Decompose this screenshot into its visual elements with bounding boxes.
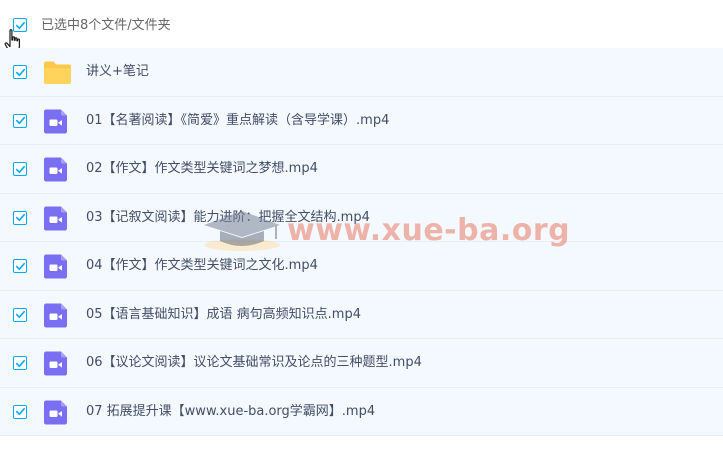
check-icon: [15, 359, 25, 367]
selection-count-label: 已选中8个文件/文件夹: [41, 18, 171, 33]
video-file-icon: [44, 303, 67, 327]
watermark: www.xue-ba.org: [198, 205, 570, 253]
file-name[interactable]: 讲义+笔记: [86, 63, 149, 81]
video-file-icon: [44, 254, 67, 279]
row-checkbox[interactable]: [13, 210, 27, 225]
file-row[interactable]: 讲义+笔记: [0, 48, 723, 97]
row-checkbox[interactable]: [13, 404, 27, 419]
file-name[interactable]: 01【名著阅读】《简爱》重点解读（含导学课）.mp4: [86, 112, 389, 130]
graduation-cap-icon: [204, 211, 280, 251]
folder-icon: [44, 61, 71, 84]
file-name[interactable]: 02【作文】作文类型关键词之梦想.mp4: [86, 160, 318, 178]
video-file-icon: [44, 157, 67, 182]
video-file-icon: [44, 109, 67, 133]
watermark-text: www.xue-ba.org: [287, 213, 571, 248]
check-icon: [15, 68, 25, 76]
check-icon: [15, 262, 25, 270]
video-file-icon: [44, 400, 67, 424]
file-row[interactable]: 06【议论文阅读】议论文基础常识及论点的三种题型.mp4: [0, 339, 723, 388]
row-checkbox[interactable]: [13, 307, 27, 322]
file-row[interactable]: 02【作文】作文类型关键词之梦想.mp4: [0, 145, 723, 194]
file-name[interactable]: 07 拓展提升课【www.xue-ba.org学霸网】.mp4: [86, 403, 375, 421]
file-name[interactable]: 04【作文】作文类型关键词之文化.mp4: [86, 257, 318, 275]
file-row[interactable]: 07 拓展提升课【www.xue-ba.org学霸网】.mp4: [0, 387, 723, 436]
file-name[interactable]: 05【语言基础知识】成语 病句高频知识点.mp4: [86, 306, 361, 324]
row-checkbox[interactable]: [13, 113, 27, 128]
check-icon: [15, 165, 25, 173]
row-checkbox[interactable]: [13, 259, 27, 273]
selection-header: 已选中8个文件/文件夹: [0, 0, 723, 48]
check-icon: [15, 407, 25, 416]
video-file-icon: [44, 206, 67, 230]
row-checkbox[interactable]: [13, 162, 27, 176]
file-row[interactable]: 05【语言基础知识】成语 病句高频知识点.mp4: [0, 290, 723, 339]
video-file-icon: [44, 351, 67, 376]
check-icon: [15, 116, 25, 125]
check-icon: [15, 310, 25, 319]
row-checkbox[interactable]: [13, 65, 27, 79]
file-name[interactable]: 06【议论文阅读】议论文基础常识及论点的三种题型.mp4: [86, 354, 422, 372]
file-row[interactable]: 01【名著阅读】《简爱》重点解读（含导学课）.mp4: [0, 96, 723, 145]
row-checkbox[interactable]: [13, 356, 27, 370]
check-icon: [15, 213, 25, 222]
